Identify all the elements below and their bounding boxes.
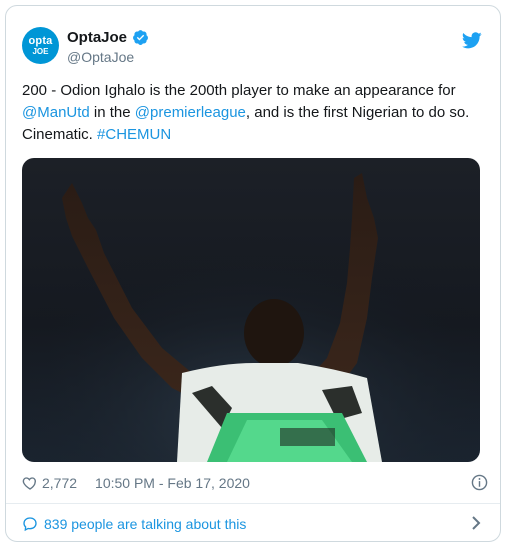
mention-manutd-link[interactable]: @ManUtd [22,104,90,121]
verified-badge-icon [133,30,148,45]
avatar[interactable]: opta JOE [22,27,59,64]
tweet-text-part: in the [89,104,135,121]
conversation-link[interactable]: 839 people are talking about this [22,513,488,535]
avatar-text-bottom: JOE [32,46,49,56]
twitter-bird-icon[interactable] [462,32,482,49]
tweet-text-part: 200 - Odion Ighalo is the 200th player t… [22,82,460,99]
like-count[interactable]: 2,772 [42,475,77,491]
author-handle[interactable]: @OptaJoe [67,49,134,65]
avatar-text-top: opta [28,34,53,47]
author-display-name[interactable]: OptaJoe [67,29,127,46]
tweet-card: opta JOE OptaJoe @OptaJoe 200 - Odion Ig… [5,5,501,542]
mention-premierleague-link[interactable]: @premierleague [135,104,246,121]
conversation-count: 839 people are talking about this [44,516,247,532]
tweet-header: opta JOE OptaJoe @OptaJoe [6,6,500,76]
celebrating-player-photo [22,158,480,462]
author-name-row[interactable]: OptaJoe [67,29,149,46]
divider [6,503,500,504]
heart-icon[interactable] [22,475,38,491]
tweet-photo[interactable] [22,158,480,462]
tweet-text: 200 - Odion Ighalo is the 200th player t… [22,80,488,146]
timestamp-link[interactable]: 10:50 PM - Feb 17, 2020 [95,475,250,491]
hashtag-link[interactable]: #CHEMUN [97,126,171,143]
chevron-right-icon [472,516,481,530]
comment-bubble-icon [23,517,37,532]
tweet-meta-row: 2,772 10:50 PM - Feb 17, 2020 [22,473,488,493]
info-icon[interactable] [471,474,488,491]
